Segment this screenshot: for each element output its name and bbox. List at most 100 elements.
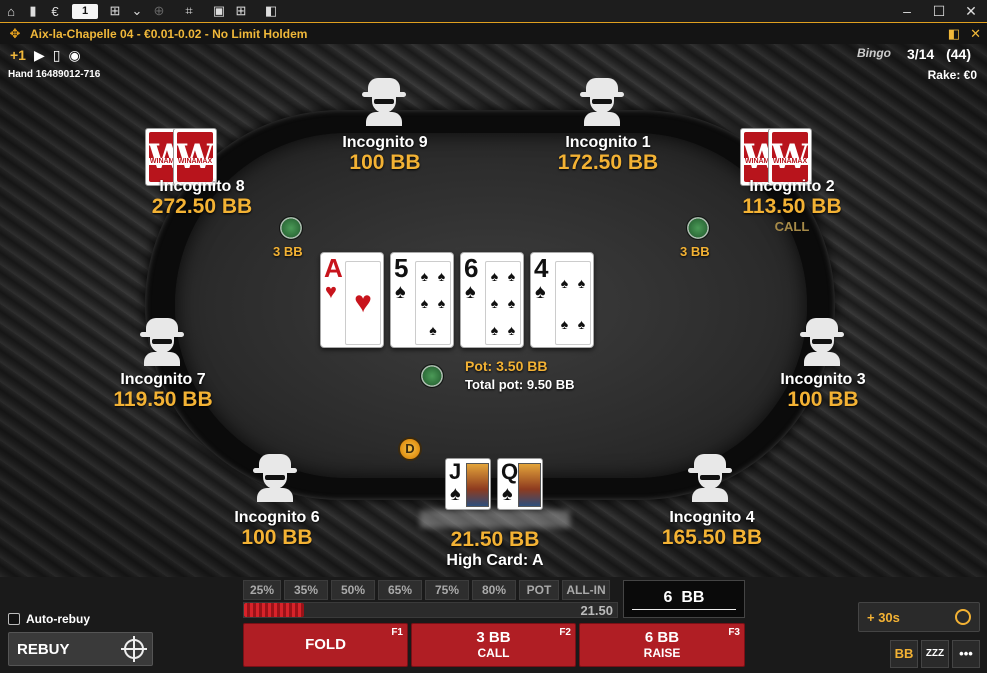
more-options-icon[interactable]: •••	[952, 640, 980, 668]
player-stack: 113.50 BB	[742, 195, 842, 218]
time-bank-button[interactable]: + 30s	[858, 602, 980, 632]
sit-out-icon[interactable]: ZZZ	[921, 640, 949, 668]
pot-amount: Pot: 3.50 BB	[465, 358, 548, 374]
poker-table-window: ⌂ ▮ € 1 ⊞ ⌄ ⊕ ⌗ ▣ ⊞ ◧ – ☐ ✕ ✥ Aix-la-Cha…	[0, 0, 987, 673]
seat-incognito-3[interactable]: Incognito 3 100 BB	[748, 371, 898, 411]
bet-slider[interactable]: 21.50	[243, 602, 618, 618]
avatar-icon	[140, 318, 184, 366]
suit-pip: ♥	[354, 286, 372, 319]
palette-icon[interactable]: ◉	[68, 47, 80, 64]
suit-pip: ♠	[560, 274, 569, 291]
seat-incognito-2[interactable]: Incognito 2 113.50 BB CALL	[712, 178, 872, 234]
hero-hand-strength: High Card: A	[446, 552, 544, 569]
pot-chip-icon	[420, 364, 444, 388]
player-stack: 272.50 BB	[151, 195, 253, 218]
bet-amount-input[interactable]	[632, 586, 736, 610]
euro-icon[interactable]: €	[44, 4, 66, 19]
hero-stack: 21.50 BB	[450, 528, 540, 551]
preset-all-in[interactable]: ALL-IN	[562, 580, 610, 600]
auto-rebuy-label: Auto-rebuy	[26, 612, 90, 626]
preset-75[interactable]: 75%	[425, 580, 469, 600]
position-text: 3/14	[906, 46, 935, 62]
add-table-icon[interactable]: ⊞	[230, 3, 252, 19]
rebuy-button[interactable]: REBUY	[8, 632, 153, 666]
slider-fill[interactable]	[244, 603, 304, 617]
bingo-label[interactable]: Bingo	[857, 46, 891, 60]
grid-icon[interactable]: ⊞	[104, 3, 126, 19]
preset-65[interactable]: 65%	[378, 580, 422, 600]
auto-rebuy-checkbox[interactable]	[8, 613, 20, 625]
call-label: CALL	[477, 646, 510, 660]
call-amount: 3 BB	[476, 629, 511, 646]
seat-incognito-1[interactable]: Incognito 1 172.50 BB	[528, 134, 688, 174]
chevron-down-icon[interactable]: ⌄	[126, 3, 148, 19]
maximize-icon[interactable]: ☐	[923, 0, 955, 22]
call-button[interactable]: 3 BB CALL F2	[411, 623, 576, 667]
preset-pot[interactable]: POT	[519, 580, 559, 600]
player-name: Incognito 7	[120, 371, 206, 388]
suit-pip: ♠	[577, 274, 586, 291]
fold-hotkey: F1	[391, 627, 403, 638]
bet-chip-icon	[279, 216, 303, 240]
system-toolbar: ⌂ ▮ € 1 ⊞ ⌄ ⊕ ⌗ ▣ ⊞ ◧ – ☐ ✕	[0, 0, 987, 22]
dealer-button-icon: D	[398, 437, 422, 461]
seat-incognito-6[interactable]: Incognito 6 100 BB	[202, 509, 352, 549]
fold-button[interactable]: FOLD F1	[243, 623, 408, 667]
add-one-button[interactable]: +1	[10, 47, 26, 63]
player-stack: 165.50 BB	[661, 526, 763, 549]
hero-card: Q ♠	[497, 458, 543, 510]
suit-pip: ♠	[420, 294, 429, 311]
player-stack: 119.50 BB	[113, 388, 213, 411]
layout-icon[interactable]: ◧	[948, 26, 960, 42]
player-stack: 100 BB	[241, 526, 313, 549]
suit-pip: ♠	[490, 322, 499, 339]
zoom-icon[interactable]: ⊕	[148, 3, 170, 19]
bet-amount-left: 3 BB	[273, 244, 303, 259]
suit-pip: ♠	[490, 267, 499, 284]
home-icon[interactable]: ⌂	[0, 4, 22, 19]
fold-label: FOLD	[305, 636, 346, 653]
avatar-icon	[580, 78, 624, 126]
close-icon[interactable]: ✕	[955, 0, 987, 22]
sidebar-icon[interactable]: ◧	[260, 3, 282, 19]
seat-incognito-9[interactable]: Incognito 9 100 BB	[310, 134, 460, 174]
move-icon[interactable]: ✥	[0, 26, 30, 42]
bb-display-toggle[interactable]: BB	[890, 640, 918, 668]
player-name: Incognito 4	[669, 509, 755, 526]
players-count: (44)	[946, 46, 971, 62]
player-name: Incognito 1	[565, 134, 651, 151]
avatar-icon	[800, 318, 844, 366]
auto-rebuy-toggle[interactable]: Auto-rebuy	[8, 612, 90, 626]
crop-icon[interactable]: ⌗	[178, 3, 200, 19]
preset-80[interactable]: 80%	[472, 580, 516, 600]
preset-25[interactable]: 25%	[243, 580, 281, 600]
cards-icon[interactable]: ▯	[53, 47, 61, 64]
table-title-bar: ✥ Aix-la-Chapelle 04 - €0.01-0.02 - No L…	[0, 22, 987, 44]
restore-icon[interactable]: ▣	[208, 3, 230, 19]
replay-icon[interactable]: ▶	[34, 47, 45, 64]
call-hotkey: F2	[559, 627, 571, 638]
minimize-icon[interactable]: –	[891, 0, 923, 22]
board-card: 5 ♠ ♠ ♠ ♠ ♠ ♠	[390, 252, 454, 348]
raise-label: RAISE	[643, 646, 681, 660]
suit-pip: ♠	[420, 267, 429, 284]
player-name: Incognito 3	[780, 371, 866, 388]
suit-pip: ♠	[507, 267, 516, 284]
table-sub-bar: +1 ▶ ▯ ◉	[0, 44, 987, 66]
raise-button[interactable]: 6 BB RAISE F3	[579, 623, 745, 667]
hand-info: Hand 16489012-716	[8, 69, 101, 80]
rebuy-label: REBUY	[17, 640, 70, 658]
raise-amount: 6 BB	[644, 629, 680, 646]
suit-pip: ♠	[429, 322, 437, 339]
table-number[interactable]: 1	[72, 3, 98, 19]
table-title: Aix-la-Chapelle 04 - €0.01-0.02 - No Lim…	[30, 26, 308, 41]
preset-35[interactable]: 35%	[284, 580, 328, 600]
seat-incognito-7[interactable]: Incognito 7 119.50 BB	[88, 371, 238, 411]
preset-50[interactable]: 50%	[331, 580, 375, 600]
seat-incognito-4[interactable]: Incognito 4 165.50 BB	[632, 509, 792, 549]
stats-icon[interactable]: ▮	[22, 3, 44, 19]
close-table-icon[interactable]: ✕	[970, 26, 981, 42]
board-card: 6 ♠ ♠ ♠ ♠ ♠ ♠ ♠	[460, 252, 524, 348]
avatar-icon	[362, 78, 406, 126]
seat-incognito-8[interactable]: Incognito 8 272.50 BB	[122, 178, 282, 218]
